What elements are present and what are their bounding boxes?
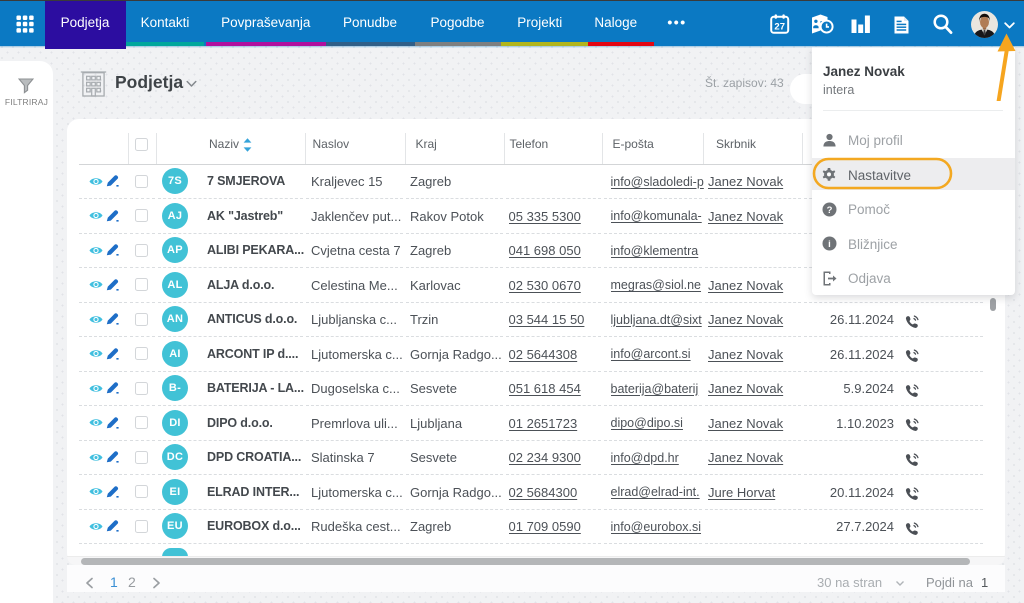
- svg-text:?: ?: [827, 205, 833, 216]
- svg-text:27: 27: [774, 22, 785, 33]
- svg-text:i: i: [828, 239, 831, 250]
